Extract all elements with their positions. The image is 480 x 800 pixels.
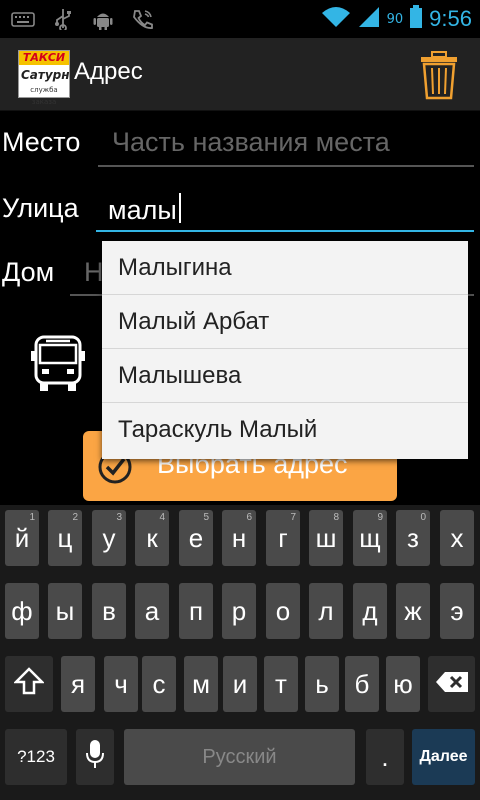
key[interactable]: л [309, 583, 343, 639]
key[interactable]: к4 [135, 510, 169, 566]
space-key[interactable]: Русский [124, 729, 355, 785]
logo-line3: служба заказа [30, 86, 58, 106]
suggestion-item[interactable]: Малыгина [102, 241, 468, 295]
keyboard-icon [10, 8, 36, 30]
wifi-icon [321, 5, 351, 33]
symbols-key[interactable]: ?123 [5, 729, 67, 785]
key[interactable]: н6 [222, 510, 256, 566]
key[interactable]: ф [5, 583, 39, 639]
battery-percent: 90 [386, 11, 404, 27]
shift-icon [12, 666, 46, 702]
key[interactable]: а [135, 583, 169, 639]
key[interactable]: ш8 [309, 510, 343, 566]
place-label: Место [2, 127, 81, 157]
house-placeholder: Н [84, 257, 104, 287]
android-icon [90, 8, 116, 30]
key[interactable]: ы [48, 583, 82, 639]
trash-icon[interactable] [418, 50, 460, 100]
key-label: г [278, 522, 288, 553]
suggestion-item[interactable]: Малый Арбат [102, 295, 468, 349]
key-hint: 0 [420, 512, 426, 523]
place-underline [98, 165, 474, 167]
key-hint: 6 [246, 512, 252, 523]
key[interactable]: м [184, 656, 218, 712]
place-placeholder: Часть названия места [112, 127, 390, 157]
key[interactable]: е5 [179, 510, 213, 566]
action-bar: ТАКСИ Сатурн служба заказа Адрес [0, 38, 480, 111]
key[interactable]: и [223, 656, 257, 712]
street-label: Улица [2, 193, 79, 223]
backspace-icon [435, 669, 469, 700]
key-hint: 4 [159, 512, 165, 523]
key-label: ш [315, 522, 337, 553]
logo-line2: Сатурн [21, 68, 70, 82]
signal-icon [357, 5, 381, 33]
bus-icon[interactable] [30, 333, 86, 393]
key-hint: 3 [116, 512, 122, 523]
microphone-icon [85, 738, 105, 777]
key-hint: 5 [203, 512, 209, 523]
key-hint: 2 [72, 512, 78, 523]
backspace-key[interactable] [428, 656, 475, 712]
street-underline [96, 230, 474, 232]
key[interactable]: з0 [396, 510, 430, 566]
key[interactable]: ю [386, 656, 420, 712]
key-label: з [407, 522, 419, 553]
shift-key[interactable] [5, 656, 53, 712]
key[interactable]: с [142, 656, 176, 712]
mic-key[interactable] [76, 729, 114, 785]
key-label: н [231, 522, 247, 553]
key-label: х [450, 522, 464, 553]
key-hint: 8 [333, 512, 339, 523]
usb-icon [50, 8, 76, 30]
battery-icon [409, 5, 423, 33]
key[interactable]: д [353, 583, 387, 639]
status-bar: 90 9:56 [0, 0, 480, 38]
key-hint: 9 [377, 512, 383, 523]
key[interactable]: г7 [266, 510, 300, 566]
key[interactable]: в [92, 583, 126, 639]
key[interactable]: й1 [5, 510, 39, 566]
house-label: Дом [2, 257, 55, 287]
key[interactable]: т [264, 656, 298, 712]
key[interactable]: щ9 [353, 510, 387, 566]
key[interactable]: р [222, 583, 256, 639]
key[interactable]: ь [305, 656, 339, 712]
street-value: малы [108, 195, 177, 225]
key-label: й [14, 522, 30, 553]
suggestion-item[interactable]: Малышева [102, 349, 468, 403]
key[interactable]: ц2 [48, 510, 82, 566]
key[interactable]: я [61, 656, 95, 712]
key[interactable]: э [440, 583, 474, 639]
period-key[interactable]: . [366, 729, 404, 785]
key[interactable]: б [345, 656, 379, 712]
house-input[interactable]: Н [84, 257, 104, 288]
suggestion-item[interactable]: Тараскуль Малый [102, 403, 468, 457]
key-label: у [102, 522, 116, 553]
logo-line1: ТАКСИ [19, 51, 69, 65]
key[interactable]: ж [396, 583, 430, 639]
street-input[interactable]: малы [108, 193, 181, 226]
soft-keyboard: й1 ц2 у3 к4 е5 н6 г7 ш8 щ9 з0 х ф ы в а … [0, 505, 480, 800]
page-title: Адрес [74, 58, 143, 85]
place-input[interactable]: Часть названия места [112, 127, 390, 158]
next-key[interactable]: Далее [412, 729, 475, 785]
app-logo[interactable]: ТАКСИ Сатурн служба заказа [18, 50, 70, 106]
text-caret [178, 193, 181, 223]
key-label: щ [359, 522, 381, 553]
key-label: к [146, 522, 158, 553]
key[interactable]: у3 [92, 510, 126, 566]
key[interactable]: х [440, 510, 474, 566]
phone-icon [130, 8, 156, 30]
key-hint: 1 [29, 512, 35, 523]
clock: 9:56 [429, 6, 472, 31]
street-suggestions: Малыгина Малый Арбат Малышева Тараскуль … [102, 241, 468, 459]
key[interactable]: о [266, 583, 300, 639]
key[interactable]: п [179, 583, 213, 639]
key-label: ц [57, 522, 73, 553]
key-label: е [188, 522, 204, 553]
key-hint: 7 [290, 512, 296, 523]
key[interactable]: ч [104, 656, 138, 712]
